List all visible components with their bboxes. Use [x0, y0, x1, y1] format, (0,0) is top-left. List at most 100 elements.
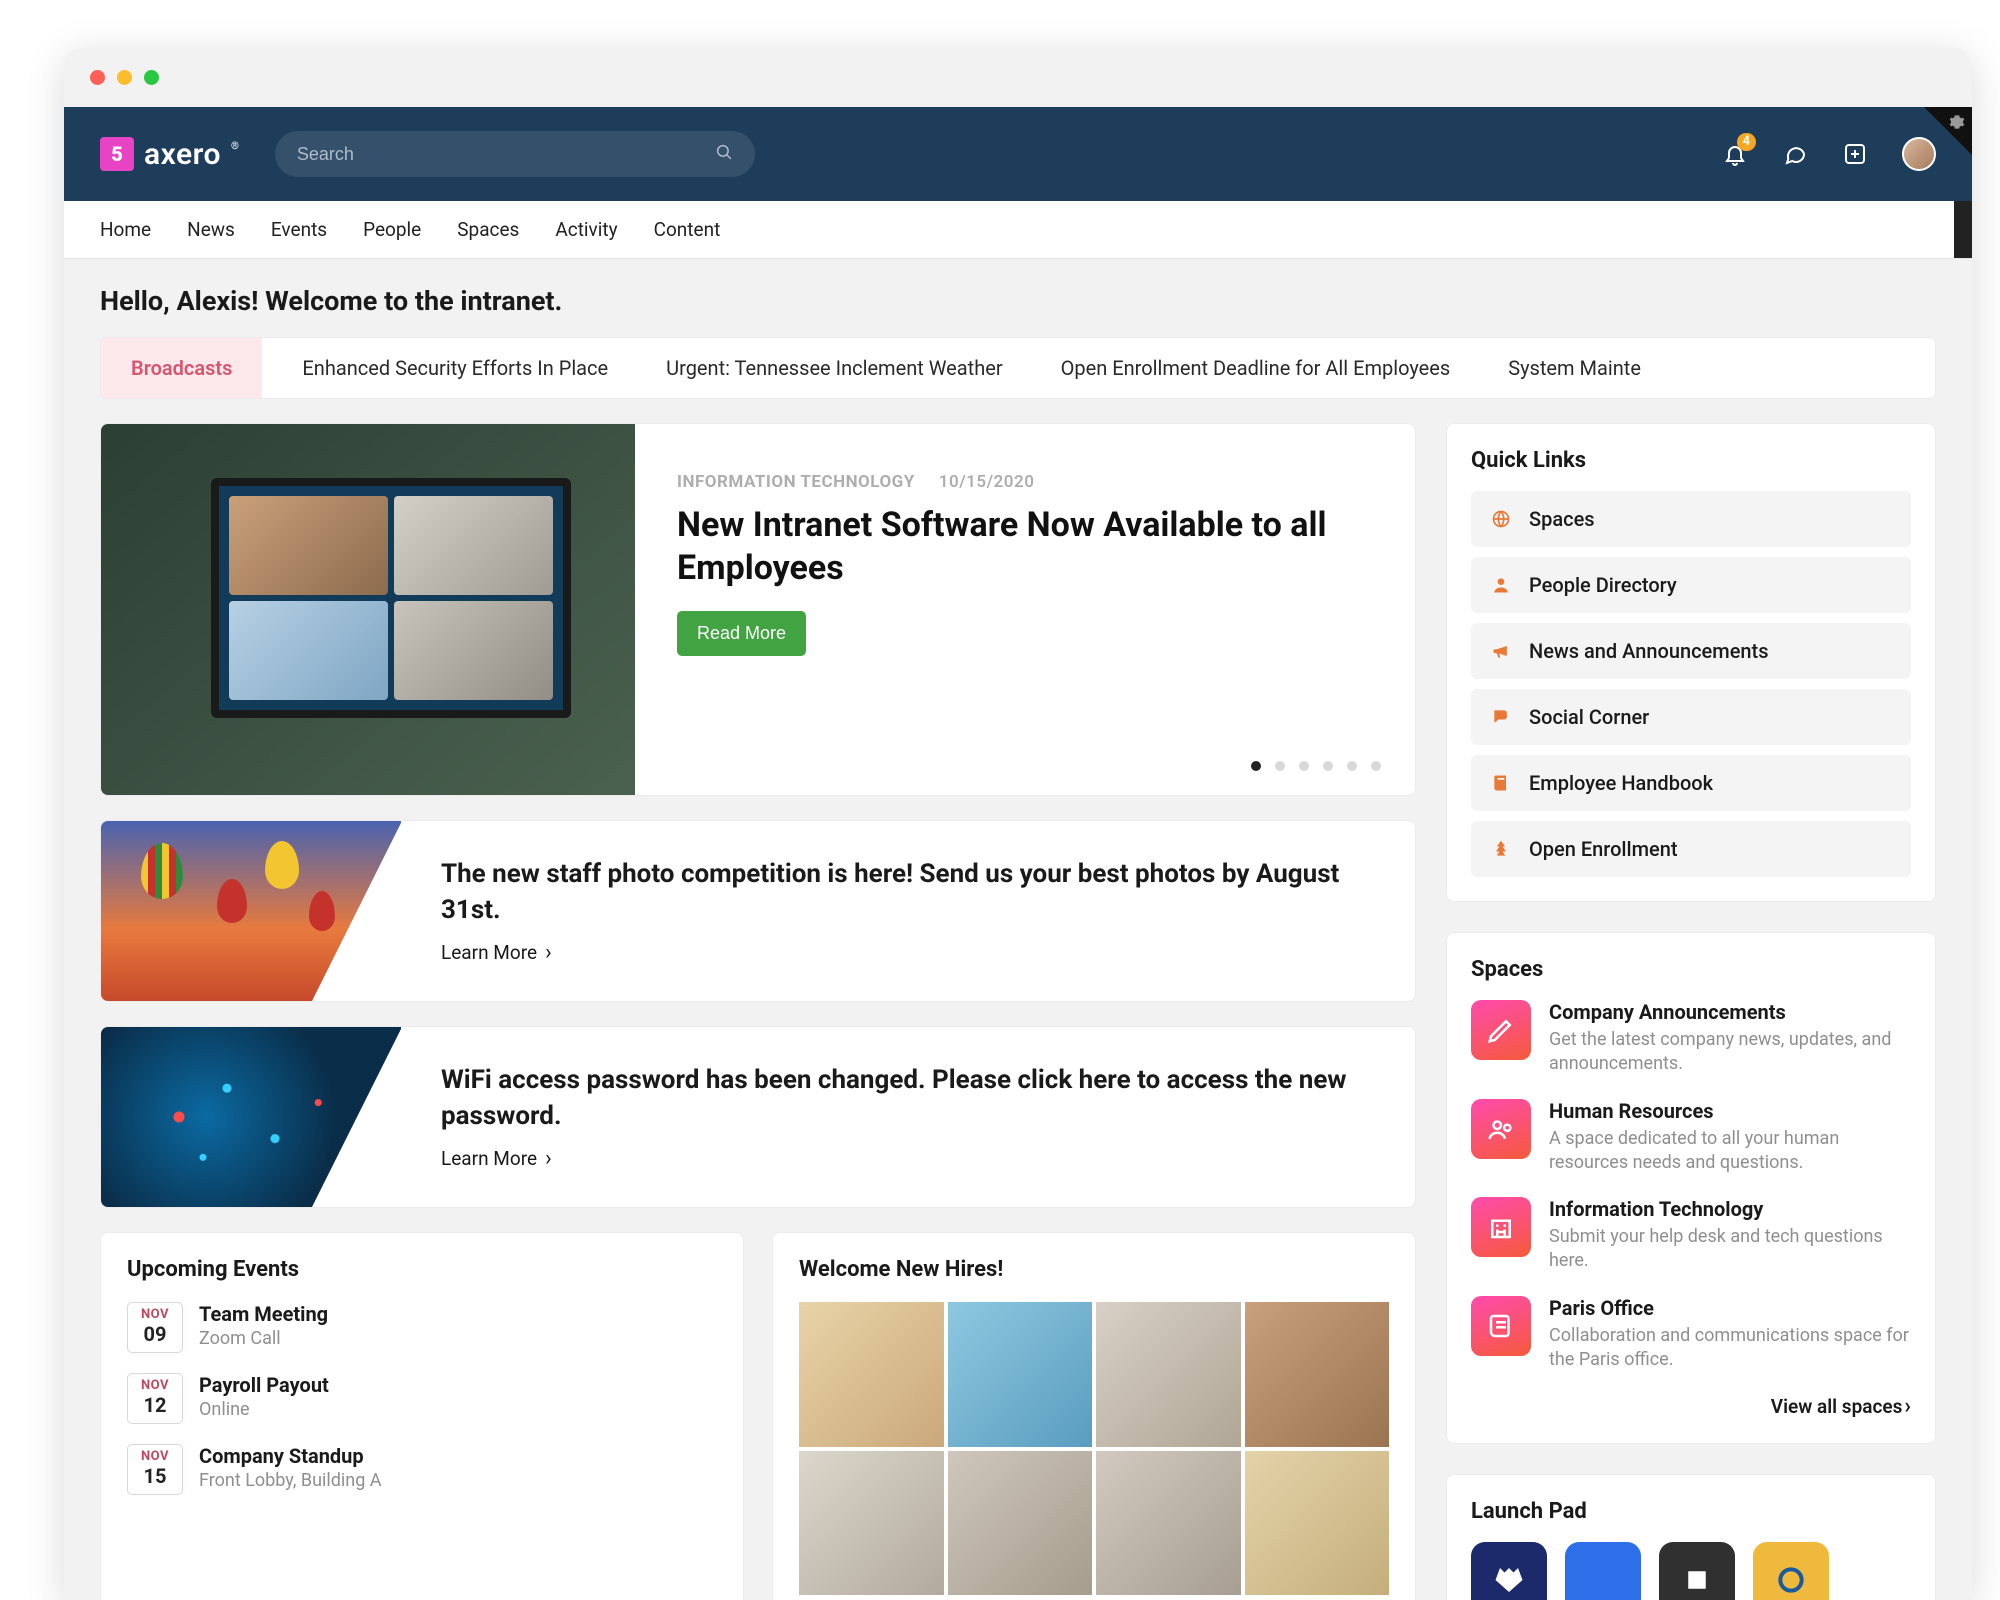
event-item[interactable]: NOV 09 Team Meeting Zoom Call — [127, 1302, 717, 1353]
carousel-dot[interactable] — [1275, 761, 1285, 771]
nav-people[interactable]: People — [363, 218, 421, 241]
window-minimize-dot[interactable] — [117, 70, 132, 85]
quicklink-handbook[interactable]: Employee Handbook — [1471, 755, 1911, 811]
launch-tile[interactable] — [1565, 1542, 1641, 1600]
event-location: Front Lobby, Building A — [199, 1470, 382, 1491]
people-icon — [1471, 1099, 1531, 1159]
greeting: Hello, Alexis! Welcome to the intranet. — [100, 285, 1936, 317]
user-icon — [1489, 573, 1513, 597]
events-card: Upcoming Events NOV 09 Team Meeting Zoom… — [100, 1232, 744, 1600]
window-close-dot[interactable] — [90, 70, 105, 85]
hire-photo[interactable] — [799, 1451, 944, 1596]
tree-icon — [1489, 837, 1513, 861]
hire-photo[interactable] — [948, 1302, 1093, 1447]
carousel-dot[interactable] — [1323, 761, 1333, 771]
event-item[interactable]: NOV 12 Payroll Payout Online — [127, 1373, 717, 1424]
quicklink-news[interactable]: News and Announcements — [1471, 623, 1911, 679]
nav-events[interactable]: Events — [271, 218, 327, 241]
plus-square-icon — [1843, 142, 1867, 166]
promo-card[interactable]: The new staff photo competition is here!… — [100, 820, 1416, 1002]
launch-pad-panel: Launch Pad — [1446, 1474, 1936, 1600]
new-hires-card: Welcome New Hires! — [772, 1232, 1416, 1600]
event-item[interactable]: NOV 15 Company Standup Front Lobby, Buil… — [127, 1444, 717, 1495]
hero-image — [101, 424, 635, 795]
nav-spaces[interactable]: Spaces — [457, 218, 519, 241]
new-hires-heading: Welcome New Hires! — [799, 1257, 1389, 1282]
search-input[interactable] — [297, 144, 707, 165]
search-field[interactable] — [275, 131, 755, 177]
quick-links-heading: Quick Links — [1471, 448, 1911, 473]
quicklink-spaces[interactable]: Spaces — [1471, 491, 1911, 547]
broadcast-item[interactable]: System Mainte — [1508, 356, 1641, 380]
space-item[interactable]: Company Announcements Get the latest com… — [1471, 1000, 1911, 1077]
launch-pad-heading: Launch Pad — [1471, 1499, 1911, 1524]
carousel-dots — [1251, 761, 1381, 771]
events-heading: Upcoming Events — [127, 1257, 717, 1282]
broadcast-bar: Broadcasts Enhanced Security Efforts In … — [100, 337, 1936, 399]
admin-settings-corner[interactable] — [1924, 107, 1972, 155]
spaces-panel: Spaces Company Announcements Get the lat… — [1446, 932, 1936, 1444]
broadcast-item[interactable]: Urgent: Tennessee Inclement Weather — [666, 356, 1002, 380]
broadcasts-label: Broadcasts — [101, 338, 262, 398]
event-title: Company Standup — [199, 1444, 382, 1468]
spaces-heading: Spaces — [1471, 957, 1911, 982]
event-location: Online — [199, 1399, 329, 1420]
search-icon — [715, 143, 733, 165]
launch-tile[interactable] — [1753, 1542, 1829, 1600]
hire-photo[interactable] — [1096, 1451, 1241, 1596]
nav-activity[interactable]: Activity — [555, 218, 617, 241]
hire-photo[interactable] — [1096, 1302, 1241, 1447]
nav-content[interactable]: Content — [654, 218, 721, 241]
broadcast-item[interactable]: Enhanced Security Efforts In Place — [302, 356, 608, 380]
window-maximize-dot[interactable] — [144, 70, 159, 85]
hire-photo[interactable] — [799, 1302, 944, 1447]
logo-text: axero — [144, 137, 221, 172]
carousel-dot[interactable] — [1347, 761, 1357, 771]
promo-card[interactable]: WiFi access password has been changed. P… — [100, 1026, 1416, 1208]
logo[interactable]: 5 axero ® — [100, 137, 239, 172]
carousel-dot[interactable] — [1371, 761, 1381, 771]
carousel-dot[interactable] — [1251, 761, 1261, 771]
hero-title: New Intranet Software Now Available to a… — [677, 504, 1373, 589]
launch-tile[interactable] — [1659, 1542, 1735, 1600]
event-title: Team Meeting — [199, 1302, 328, 1326]
broadcast-item[interactable]: Open Enrollment Deadline for All Employe… — [1061, 356, 1451, 380]
pen-icon — [1471, 1000, 1531, 1060]
space-item[interactable]: Paris Office Collaboration and communica… — [1471, 1296, 1911, 1373]
messages-button[interactable] — [1782, 141, 1808, 167]
view-all-spaces-link[interactable]: View all spaces — [1471, 1394, 1911, 1419]
quicklink-enrollment[interactable]: Open Enrollment — [1471, 821, 1911, 877]
chat-icon — [1783, 142, 1807, 166]
nav-decoration — [1954, 201, 1972, 258]
topbar: 5 axero ® 4 — [64, 107, 1972, 201]
hire-photo[interactable] — [948, 1451, 1093, 1596]
learn-more-link[interactable]: Learn More — [441, 1146, 1375, 1171]
space-item[interactable]: Information Technology Submit your help … — [1471, 1197, 1911, 1274]
launch-tile[interactable] — [1471, 1542, 1547, 1600]
space-item[interactable]: Human Resources A space dedicated to all… — [1471, 1099, 1911, 1176]
quicklink-people[interactable]: People Directory — [1471, 557, 1911, 613]
notifications-badge: 4 — [1737, 133, 1756, 151]
quick-links-panel: Quick Links Spaces People Directory News… — [1446, 423, 1936, 902]
notifications-button[interactable]: 4 — [1722, 141, 1748, 167]
gear-icon — [1949, 114, 1965, 134]
logo-registered: ® — [231, 141, 239, 152]
hero-card: INFORMATION TECHNOLOGY10/15/2020 New Int… — [100, 423, 1416, 796]
book-icon — [1489, 771, 1513, 795]
building-icon — [1471, 1197, 1531, 1257]
read-more-button[interactable]: Read More — [677, 611, 806, 656]
event-date: NOV 12 — [127, 1373, 183, 1424]
carousel-dot[interactable] — [1299, 761, 1309, 771]
nav-news[interactable]: News — [187, 218, 235, 241]
learn-more-link[interactable]: Learn More — [441, 940, 1375, 965]
hire-photo[interactable] — [1245, 1302, 1390, 1447]
quicklink-social[interactable]: Social Corner — [1471, 689, 1911, 745]
promo-image-tech — [101, 1027, 401, 1207]
event-title: Payroll Payout — [199, 1373, 329, 1397]
hire-photo[interactable] — [1245, 1451, 1390, 1596]
promo-title: The new staff photo competition is here!… — [441, 857, 1375, 927]
create-button[interactable] — [1842, 141, 1868, 167]
comments-icon — [1489, 705, 1513, 729]
nav-home[interactable]: Home — [100, 218, 151, 241]
promo-image-balloons — [101, 821, 401, 1001]
